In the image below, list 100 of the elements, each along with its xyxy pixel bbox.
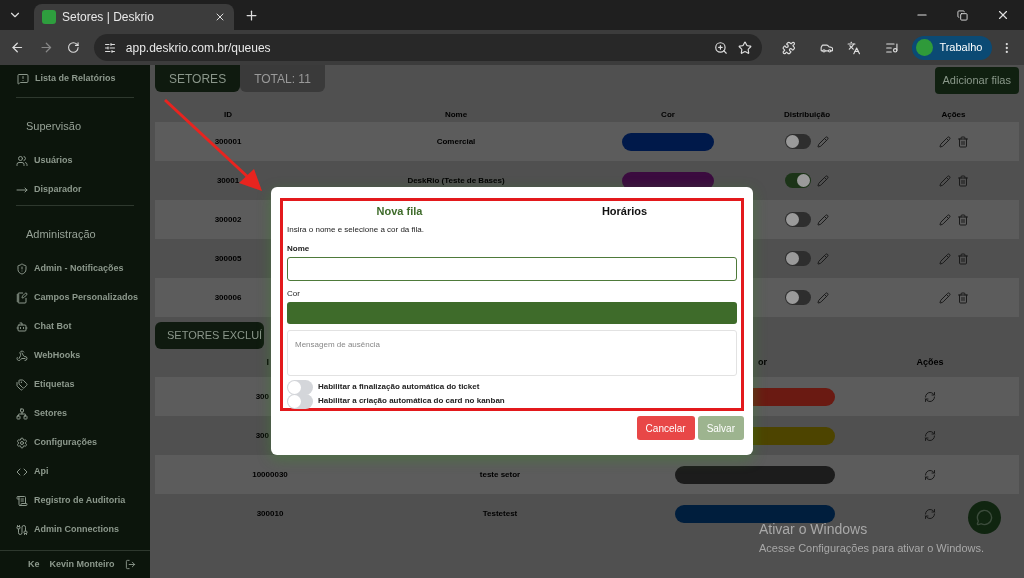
edit-icon[interactable] (817, 213, 829, 226)
sidebar-item[interactable]: Setores (16, 399, 134, 428)
sidebar-item[interactable]: Api (16, 457, 134, 486)
table-cell: 30001 (216, 174, 240, 187)
trash-icon[interactable] (956, 291, 969, 304)
column-header: I (266, 356, 269, 370)
trash-icon[interactable] (956, 135, 969, 148)
site-icon (42, 10, 56, 24)
menu-item-icon (16, 378, 28, 391)
site-settings-icon[interactable] (103, 41, 116, 54)
sidebar-item[interactable]: Lista de Relatórios (17, 64, 133, 93)
column-header: Ações (941, 108, 966, 121)
table-cell: 300002 (214, 213, 242, 226)
forward-icon[interactable] (38, 40, 54, 55)
switch-label: Habilitar a criação automática do card no kanban (318, 395, 505, 407)
modal-tab[interactable]: Nova fila (376, 203, 423, 220)
trash-icon[interactable] (956, 252, 969, 265)
reload-icon[interactable] (67, 41, 80, 54)
translate-icon[interactable] (847, 40, 861, 55)
toggle-switch[interactable] (785, 251, 811, 266)
back-icon[interactable] (10, 40, 25, 55)
extensions-icon[interactable] (781, 40, 796, 55)
address-field[interactable]: app.deskrio.com.br/queues (93, 34, 762, 61)
table-cell: 300005 (214, 252, 242, 265)
edit-icon[interactable] (938, 174, 951, 187)
sidebar-item[interactable]: Admin - Notificações (16, 254, 134, 283)
table-cell: 300006 (214, 291, 242, 304)
chat-icon (976, 509, 993, 526)
section-heading: Supervisão (25, 119, 83, 134)
edit-icon[interactable] (817, 135, 829, 148)
zoom-icon[interactable] (713, 40, 728, 55)
menu-item-icon (16, 407, 28, 420)
activation-title: Ativar o Windows (759, 520, 869, 539)
sidebar-item[interactable]: Admin Connections (16, 515, 134, 544)
edit-icon[interactable] (817, 174, 829, 187)
color-picker[interactable] (287, 302, 737, 325)
toggle-switch[interactable] (785, 212, 811, 227)
toggle-switch[interactable] (785, 173, 811, 188)
url-text: app.deskrio.com.br/queues (125, 39, 272, 57)
menu-item-icon (16, 262, 28, 275)
toggle-switch[interactable] (785, 134, 811, 149)
user-initials: Ke (28, 557, 40, 571)
sidebar-item[interactable]: Usuários (16, 146, 134, 176)
queue-tab[interactable]: TOTAL: 11 (240, 65, 325, 92)
sidebar-item[interactable]: Disparador (16, 175, 134, 205)
add-queue-button[interactable]: Adicionar filas (934, 67, 1019, 94)
table-cell: Testetest (482, 507, 518, 520)
table-cell: 10000030 (252, 468, 288, 481)
column-header: or (758, 356, 767, 370)
edit-icon[interactable] (938, 291, 951, 304)
restore-icon[interactable] (957, 9, 968, 21)
trash-icon[interactable] (956, 174, 969, 187)
edit-icon[interactable] (938, 135, 951, 148)
menu-item-icon (16, 523, 28, 536)
menu-item-icon (16, 320, 28, 333)
table-cell: 300 (255, 390, 269, 403)
close-icon[interactable] (214, 11, 226, 23)
field-label: Cor (287, 288, 301, 301)
name-field[interactable] (287, 257, 737, 282)
menu-item-icon (17, 72, 29, 85)
sidebar-item[interactable]: Etiquetas (16, 370, 134, 399)
table-cell: teste setor (479, 468, 521, 481)
absence-message-field[interactable]: Mensagem de ausência (287, 330, 737, 376)
table-cell: 300 (255, 429, 269, 442)
section-title: SETORES EXCLUÍ (155, 322, 265, 349)
sidebar-item[interactable]: Configurações (16, 428, 134, 457)
menu-item-icon (16, 291, 28, 304)
media-icon[interactable] (884, 40, 899, 55)
table-cell: DeskRio (Teste de Bases) (407, 174, 505, 187)
queue-tab[interactable]: SETORES (155, 65, 241, 92)
logout-icon[interactable] (124, 559, 136, 570)
browser-tab[interactable]: Setores | Deskrio (34, 4, 234, 30)
column-header: Distribuição (783, 108, 831, 121)
sidebar-item[interactable]: WebHooks (16, 341, 134, 370)
sidebar-item[interactable]: Chat Bot (16, 312, 134, 341)
activation-text: Acesse Configurações para ativar o Windows. (759, 541, 984, 556)
close-icon[interactable] (996, 8, 1010, 22)
bookmark-star-icon[interactable] (737, 40, 752, 55)
new-tab-icon[interactable] (244, 7, 259, 23)
column-header: ID (224, 108, 232, 121)
table-cell: 300001 (214, 135, 242, 148)
cancel-button[interactable]: Cancelar (636, 416, 695, 440)
trash-icon[interactable] (956, 213, 969, 226)
section-heading: Administração (25, 226, 97, 242)
menu-item-icon (16, 436, 28, 449)
table-cell: 300010 (256, 507, 284, 520)
sidebar-item[interactable]: Registro de Auditoria (16, 486, 134, 515)
field-label: Nome (287, 243, 311, 255)
toggle-switch[interactable] (287, 379, 313, 395)
instruction-text: Insira o nome e selecione a cor da fila. (287, 224, 425, 236)
column-header: Nome (444, 108, 468, 121)
tab-title: Setores | Deskrio (62, 9, 155, 26)
edit-icon[interactable] (817, 252, 829, 265)
modal-tab[interactable]: Horários (601, 203, 648, 220)
toggle-switch[interactable] (785, 290, 811, 305)
toggle-switch[interactable] (287, 393, 313, 409)
profile-button[interactable]: Trabalho (912, 35, 993, 60)
edit-icon[interactable] (938, 252, 951, 265)
edit-icon[interactable] (817, 291, 829, 304)
edit-icon[interactable] (938, 213, 951, 226)
